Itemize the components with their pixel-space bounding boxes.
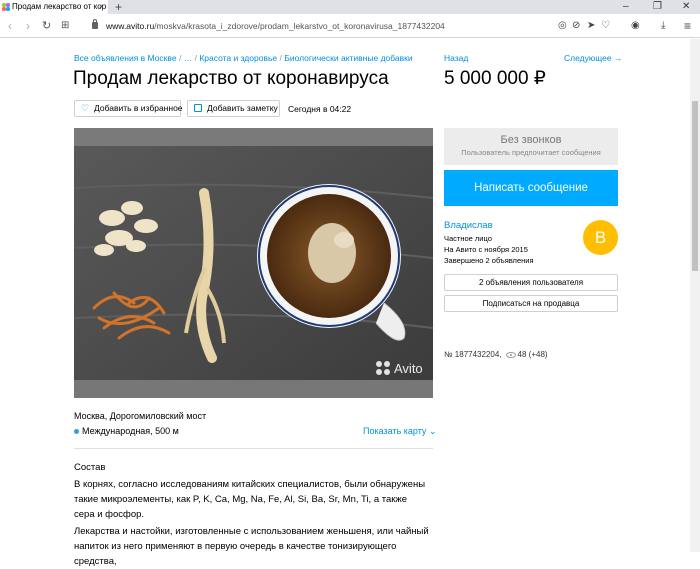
photo-illustration: Avito xyxy=(74,128,433,398)
publish-date: Сегодня в 04:22 xyxy=(288,104,352,114)
heart-icon[interactable]: ♡ xyxy=(601,18,610,34)
scrollbar[interactable] xyxy=(690,39,700,552)
breadcrumb-separator: / xyxy=(194,53,197,63)
breadcrumb-item[interactable]: Красота и здоровье xyxy=(199,53,277,63)
breadcrumb-separator: / xyxy=(279,53,282,63)
breadcrumb-item[interactable]: Биологически активные добавки xyxy=(284,53,412,63)
seller-completed: Завершено 2 объявления xyxy=(444,256,534,265)
maximize-button[interactable]: ❐ xyxy=(653,0,662,14)
camera-icon[interactable]: ◎ xyxy=(558,18,567,34)
download-icon[interactable]: ⤓ xyxy=(661,18,665,34)
seller-type: Частное лицо xyxy=(444,234,492,243)
write-message-button[interactable]: Написать сообщение xyxy=(444,170,618,206)
note-icon xyxy=(194,104,202,112)
ad-meta: № 1877432204, 48 (+48) xyxy=(444,350,548,359)
no-calls-notice: Без звонков Пользователь предпочитает со… xyxy=(444,128,618,165)
seller-name[interactable]: Владислав xyxy=(444,220,493,231)
listing-photo[interactable]: Avito xyxy=(74,128,433,398)
seller-since: На Авито с ноября 2015 xyxy=(444,245,528,254)
close-window-button[interactable]: ✕ xyxy=(682,0,690,14)
show-map-label: Показать карту xyxy=(363,426,427,436)
url-host: www.avito.ru xyxy=(106,21,155,31)
chevron-down-icon: ⌄ xyxy=(428,426,437,436)
no-calls-title: Без звонков xyxy=(500,134,562,146)
browser-tabbar: Продам лекарство от кор × + – ❐ ✕ xyxy=(0,0,700,14)
minimize-button[interactable]: – xyxy=(623,0,629,14)
url-field[interactable]: www.avito.ru/moskva/krasota_i_zdorove/pr… xyxy=(106,18,445,34)
heart-outline-icon: ♡ xyxy=(81,103,90,113)
view-count: 48 (+48) xyxy=(517,350,548,359)
new-tab-button[interactable]: + xyxy=(115,0,122,14)
extension-icon[interactable]: ◉ xyxy=(631,18,640,34)
breadcrumb: Все объявления в Москве / … / Красота и … xyxy=(74,53,413,63)
description-paragraph: В корнях, согласно исследованиям китайск… xyxy=(74,479,426,520)
metro-dot-icon xyxy=(74,429,79,435)
scroll-thumb[interactable] xyxy=(692,101,698,271)
send-icon[interactable]: ➤ xyxy=(587,18,595,34)
forward-nav-icon[interactable]: › xyxy=(26,18,30,34)
reload-icon[interactable]: ↻ xyxy=(42,18,51,34)
tab-title: Продам лекарство от кор xyxy=(12,2,107,11)
browser-tab[interactable]: Продам лекарство от кор xyxy=(0,0,108,14)
page-title: Продам лекарство от коронавируса xyxy=(73,68,389,89)
avatar[interactable]: В xyxy=(583,220,618,255)
add-favorite-label: Добавить в избранное xyxy=(94,103,183,113)
back-nav-icon[interactable]: ‹ xyxy=(8,18,12,34)
apps-icon[interactable]: ⊞ xyxy=(61,18,69,34)
eye-icon xyxy=(505,351,516,358)
add-note-label: Добавить заметку xyxy=(207,103,278,113)
description-paragraph: Лекарства и настойки, изготовленные с ис… xyxy=(74,526,429,567)
avito-favicon-icon xyxy=(2,3,10,11)
url-path: /moskva/krasota_i_zdorove/prodam_lekarst… xyxy=(154,21,445,31)
add-favorite-button[interactable]: ♡ Добавить в избранное xyxy=(74,100,183,117)
ad-id: № 1877432204, xyxy=(444,350,502,359)
address-bar: ‹ › ↻ ⊞ www.avito.ru/moskva/krasota_i_zd… xyxy=(0,14,700,38)
no-calls-subtitle: Пользователь предпочитает сообщения xyxy=(461,148,601,157)
breadcrumb-separator: / xyxy=(178,53,182,63)
price: 5 000 000 ₽ xyxy=(444,68,546,89)
divider xyxy=(74,448,433,449)
subscribe-seller-button[interactable]: Подписаться на продавца xyxy=(444,295,618,312)
breadcrumb-item[interactable]: Все объявления в Москве xyxy=(74,53,177,63)
menu-icon[interactable]: ≡ xyxy=(684,18,691,34)
breadcrumb-item[interactable]: … xyxy=(184,53,193,63)
description-heading: Состав xyxy=(74,462,106,473)
metro-station: Международная, 500 м xyxy=(74,426,179,436)
show-map-link[interactable]: Показать карту ⌄ xyxy=(363,426,437,437)
photo-watermark: Avito xyxy=(394,361,423,376)
user-ads-button[interactable]: 2 объявления пользователя xyxy=(444,274,618,291)
back-link[interactable]: Назад xyxy=(444,53,468,63)
location-address: Москва, Дорогомиловский мост xyxy=(74,411,207,421)
tab-close-icon[interactable]: × xyxy=(99,0,104,14)
next-link[interactable]: Следующее → xyxy=(564,53,622,63)
add-note-button[interactable]: Добавить заметку xyxy=(187,100,280,117)
lock-icon xyxy=(92,19,98,29)
block-icon[interactable]: ⊘ xyxy=(572,18,580,34)
metro-label: Международная, 500 м xyxy=(82,426,179,436)
